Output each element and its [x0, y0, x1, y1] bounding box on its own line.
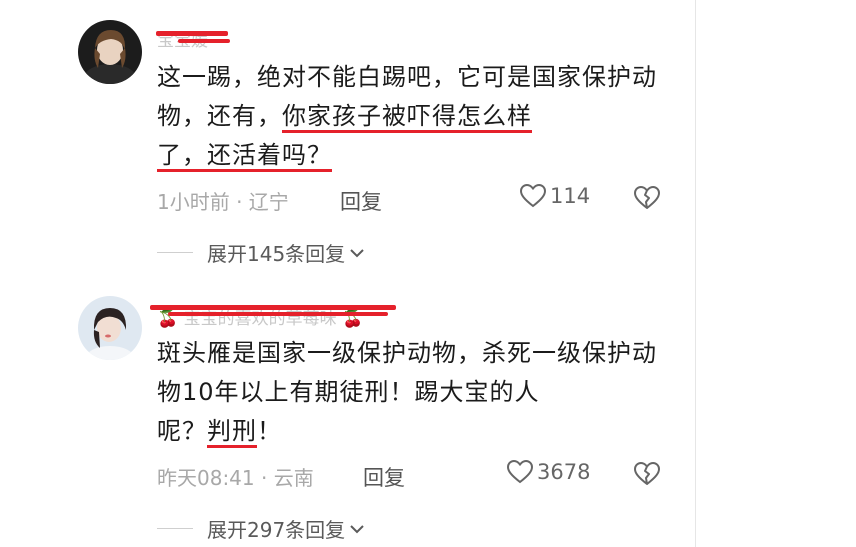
reply-button[interactable]: 回复 [340, 186, 382, 216]
highlighted-text: 你家孩子被吓得怎么样 [282, 102, 532, 133]
expand-replies[interactable]: 展开297条回复 [157, 514, 365, 543]
highlighted-text: 判刑 [207, 417, 257, 448]
comment-list: 宝宝媛 这一踢，绝对不能白踢吧，它可是国家保护动物，还有，你家孩子被吓得怎么样了… [0, 0, 695, 547]
redaction-mark [168, 312, 388, 316]
reply-button[interactable]: 回复 [363, 462, 405, 492]
broken-heart-icon [634, 462, 660, 485]
expand-replies-label: 展开145条回复 [207, 242, 346, 266]
dislike-button[interactable] [634, 462, 660, 486]
comment-meta: 1小时前 · 辽宁 [157, 190, 289, 214]
chevron-down-icon [350, 248, 364, 257]
comment-meta: 昨天08:41 · 云南 [157, 466, 314, 490]
dislike-button[interactable] [634, 186, 660, 210]
heart-icon [507, 460, 533, 484]
comment-text: 这一踢，绝对不能白踢吧，它可是国家保护动物，还有，你家孩子被吓得怎么样 了，还活着… [157, 58, 657, 175]
divider [157, 252, 193, 253]
redaction-mark [156, 31, 228, 36]
like-button[interactable]: 3678 [507, 460, 590, 484]
like-count: 114 [550, 184, 591, 208]
comment-text-part: 呢？ [157, 417, 207, 445]
expand-replies[interactable]: 展开145条回复 [157, 238, 365, 267]
expand-replies-label: 展开297条回复 [207, 518, 346, 542]
heart-icon [520, 184, 546, 208]
avatar[interactable] [78, 20, 142, 84]
panel-edge [695, 0, 696, 547]
avatar[interactable] [78, 296, 142, 360]
redaction-mark [178, 39, 230, 43]
comment-text-part: 斑头雁是国家一级保护动物，杀死一级保护动物10年以上有期徒刑！踢大宝的人 [157, 339, 657, 406]
broken-heart-icon [634, 186, 660, 209]
comment-text-part: ！ [257, 417, 282, 445]
like-button[interactable]: 114 [520, 184, 590, 208]
redaction-mark [150, 305, 396, 310]
chevron-down-icon [350, 524, 364, 533]
comment-text: 斑头雁是国家一级保护动物，杀死一级保护动物10年以上有期徒刑！踢大宝的人呢？判刑… [157, 334, 657, 451]
divider [157, 528, 193, 529]
highlighted-text: 了，还活着吗？ [157, 141, 332, 172]
like-count: 3678 [537, 460, 591, 484]
username[interactable]: 宝宝媛 [157, 26, 208, 51]
